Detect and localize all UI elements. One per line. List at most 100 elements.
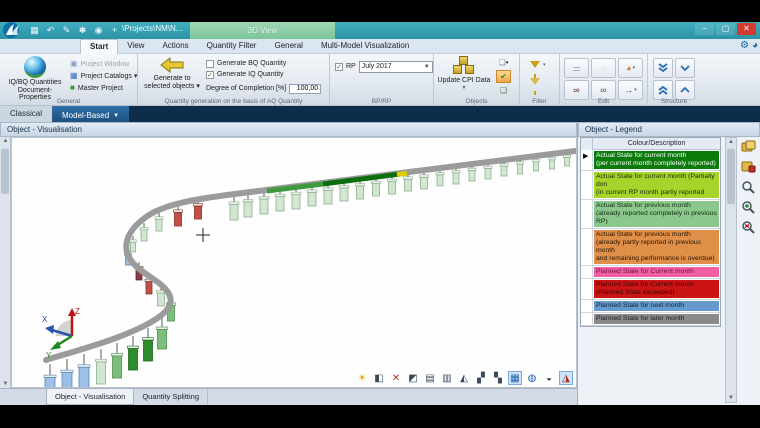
update-cpi-data-button[interactable]: Update CPI Data ▼	[437, 56, 491, 92]
rp-checkbox[interactable]: ✓	[335, 63, 343, 71]
ribbon-tab-actions[interactable]: Actions	[153, 39, 197, 54]
edit-redo-icon[interactable]: ◕▾	[618, 58, 643, 78]
legend-row[interactable]: Planned State for next month	[581, 300, 720, 313]
section-plane-icon[interactable]: ◒	[542, 371, 556, 385]
report-icon[interactable]	[741, 140, 756, 154]
expand-one-icon[interactable]	[675, 58, 695, 78]
bridge-pier-green	[157, 318, 168, 349]
report-lock-icon[interactable]	[741, 160, 756, 174]
object-check-icon[interactable]: ✔	[496, 70, 511, 83]
legend-panel-header: Object - Legend	[578, 122, 760, 137]
ribbon-tab-general[interactable]: General	[265, 39, 311, 54]
legend-row[interactable]: ▶Actual State for current month(per curr…	[581, 150, 720, 171]
delete-view-icon[interactable]: ✕	[389, 371, 403, 385]
prev-view-icon[interactable]: ▞	[474, 371, 488, 385]
generate-iq-quantity-checkbox[interactable]: ✓Generate IQ Quantity	[206, 69, 328, 80]
find-next-icon[interactable]: ∞	[591, 80, 616, 100]
scroll-down-icon[interactable]: ▼	[726, 395, 736, 401]
3d-viewport[interactable]: Z X Y ☀◧✕◩▤▥◭▞▚▦◍◒◮	[11, 137, 577, 388]
legend-row[interactable]: Actual State for previous month(already …	[581, 200, 720, 229]
zoom-icon[interactable]	[741, 180, 756, 194]
checked-checkbox-icon[interactable]: ✓	[206, 71, 214, 79]
visualisation-panel-header: Object - Visualisation	[0, 122, 577, 137]
iqbq-quantities-button[interactable]: IQ/BQ Quantities Document-Properties	[4, 56, 66, 102]
pen-icon[interactable]: ✎	[60, 24, 73, 37]
legend-row[interactable]: Actual State for current month (Partiall…	[581, 171, 720, 200]
generate-to-selected-button[interactable]: Generate to selected objects ▾	[141, 56, 203, 90]
app-logo-icon	[2, 22, 24, 39]
help-icon[interactable]: ◕	[752, 40, 758, 51]
legend-row[interactable]: Actual State for previous month(already …	[581, 229, 720, 266]
filter-icon[interactable]	[530, 61, 540, 68]
master-project-button[interactable]: ■Master Project	[70, 82, 137, 94]
legend-row[interactable]: Planned State for Current month(Planned …	[581, 279, 720, 300]
collapse-all-icon[interactable]	[653, 80, 673, 100]
degree-of-completion-label: Degree of Completion [%]	[206, 85, 286, 92]
scroll-up-icon[interactable]: ▲	[726, 139, 736, 145]
zoom-in-icon[interactable]	[741, 200, 756, 214]
bottom-tab-object-visualisation[interactable]: Object - Visualisation	[46, 389, 134, 405]
scroll-thumb[interactable]	[1, 149, 9, 194]
project-window-button[interactable]: ▣Project Window	[70, 58, 137, 70]
document-title: 3D View	[248, 26, 278, 35]
info-icon[interactable]: ◍	[525, 371, 539, 385]
legend-row[interactable]: Planned State for later month	[581, 313, 720, 326]
reporting-period-select[interactable]: July 2017 ▼	[359, 61, 433, 73]
shade-view-icon[interactable]: ◧	[372, 371, 386, 385]
legend-scrollbar[interactable]: ▲ ▼	[725, 137, 737, 403]
collapse-one-icon[interactable]	[675, 80, 695, 100]
rotate-view-icon[interactable]: ◭	[457, 371, 471, 385]
project-catalogs-button[interactable]: ▦Project Catalogs ▾	[70, 70, 137, 82]
add-icon[interactable]: +	[108, 24, 121, 37]
copy-image-icon[interactable]: ▤	[423, 371, 437, 385]
settings-icon[interactable]: ✱	[76, 24, 89, 37]
grid-view-icon[interactable]: ▦	[508, 371, 522, 385]
left-scrollbar[interactable]: ▲ ▼	[0, 137, 11, 388]
object-select-icon[interactable]: ❏▾	[496, 56, 511, 69]
tab-classical[interactable]: Classical	[0, 106, 52, 122]
scroll-down-icon[interactable]: ▼	[0, 381, 11, 387]
filter-clear-icon[interactable]	[530, 78, 540, 85]
bridge-pier-blue	[78, 354, 90, 388]
row-marker-icon: ▶	[583, 152, 588, 160]
degree-of-completion-field[interactable]	[289, 84, 321, 94]
measure-icon[interactable]: ◩	[406, 371, 420, 385]
minimize-button[interactable]: –	[695, 23, 714, 35]
gear-icon[interactable]: ⚙	[740, 40, 749, 51]
scroll-thumb[interactable]	[727, 149, 735, 204]
maximize-button[interactable]: ▢	[716, 23, 735, 35]
globe-icon[interactable]: ◉	[92, 24, 105, 37]
title-bar: ▦↶✎✱◉+ \Projects\NM\N... 3D View – ▢ ✕	[0, 22, 760, 39]
find-icon[interactable]: ∞	[564, 80, 589, 100]
ribbon-tab-view[interactable]: View	[118, 39, 153, 54]
generate-arrow-icon	[159, 56, 185, 74]
close-button[interactable]: ✕	[737, 23, 756, 35]
light-icon[interactable]: ☀	[355, 371, 369, 385]
layer-view-icon[interactable]: ▥	[440, 371, 454, 385]
legend-row-description: Planned State for later month	[594, 314, 719, 324]
ribbon-tab-start[interactable]: Start	[80, 39, 118, 54]
edit-undo-icon[interactable]: ◌	[591, 58, 616, 78]
unchecked-checkbox-icon[interactable]	[206, 60, 214, 68]
ribbon-tab-quantity-filter[interactable]: Quantity Filter	[198, 39, 266, 54]
generate-bq-quantity-checkbox[interactable]: Generate BQ Quantity	[206, 58, 328, 69]
legend-row[interactable]: Planned State for Current month	[581, 266, 720, 279]
export-view-icon[interactable]: ◮	[559, 371, 573, 385]
legend-row-description: Actual State for previous month(already …	[594, 201, 719, 227]
document-title-band: 3D View	[190, 22, 335, 39]
scroll-up-icon[interactable]: ▲	[0, 138, 11, 144]
next-view-icon[interactable]: ▚	[491, 371, 505, 385]
tab-model-based[interactable]: Model-Based ▼	[52, 106, 129, 122]
undo-icon[interactable]: ↶	[44, 24, 57, 37]
object-apply-icon[interactable]: ❏	[496, 84, 511, 97]
legend-panel: Object - Legend Colour/Description ▶Actu…	[577, 122, 760, 405]
save-icon[interactable]: ▦	[28, 24, 41, 37]
zoom-out-icon[interactable]	[741, 220, 756, 234]
ribbon-tab-multi-model-visualization[interactable]: Multi-Model Visualization	[312, 39, 418, 54]
edit-cut-icon[interactable]: ⚌	[564, 58, 589, 78]
expand-all-icon[interactable]	[653, 58, 673, 78]
bottom-tab-quantity-splitting[interactable]: Quantity Splitting	[134, 389, 208, 405]
legend-row-description: Planned State for next month	[594, 301, 719, 311]
go-to-icon[interactable]: →▾	[618, 80, 643, 100]
bridge-pier-pale	[229, 195, 239, 220]
